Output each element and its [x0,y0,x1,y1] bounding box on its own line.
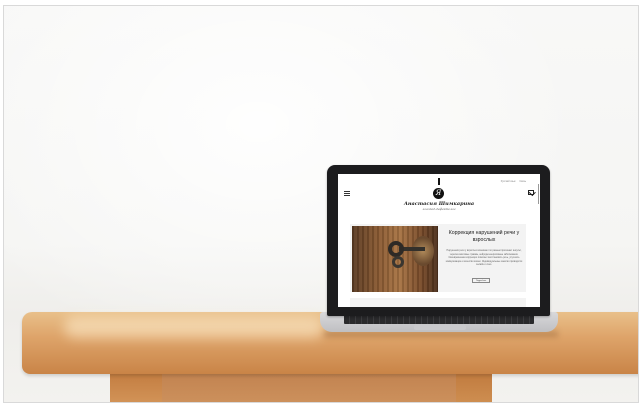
table-apron [162,372,456,402]
hamburger-menu-icon[interactable] [344,191,350,196]
laptop-screen: Русский язык Связь Я Анастасия Шимкарина… [338,174,540,307]
card-text: Нарушения речи у взрослых возникают по р… [445,250,523,267]
table-leg-left [110,372,162,402]
lock-plate [412,236,434,266]
site-scrollbar[interactable] [537,184,539,204]
laptop-trackpad [414,325,466,330]
site-nav-item[interactable]: Русский язык [501,180,516,183]
table-light-reflection [64,316,324,338]
mail-icon[interactable] [528,190,534,195]
key-bow [392,256,404,268]
logo-bar [438,178,440,185]
table-leg-right [456,372,492,402]
card-more-button[interactable]: Подробнее [472,278,490,283]
site-nav-item[interactable]: Связь [519,180,526,183]
site-logo[interactable]: Я [433,188,444,199]
laptop-keyboard [344,315,534,324]
card-title: Коррекция нарушений речи у взрослых [448,230,520,243]
site-top-nav: Русский язык Связь [501,180,526,183]
key-icon [388,241,404,257]
next-section-strip [350,298,526,307]
key-photo [352,226,438,292]
site-tagline: логопед-дефектолог [422,207,456,211]
mockup-frame: Русский язык Связь Я Анастасия Шимкарина… [3,5,639,403]
